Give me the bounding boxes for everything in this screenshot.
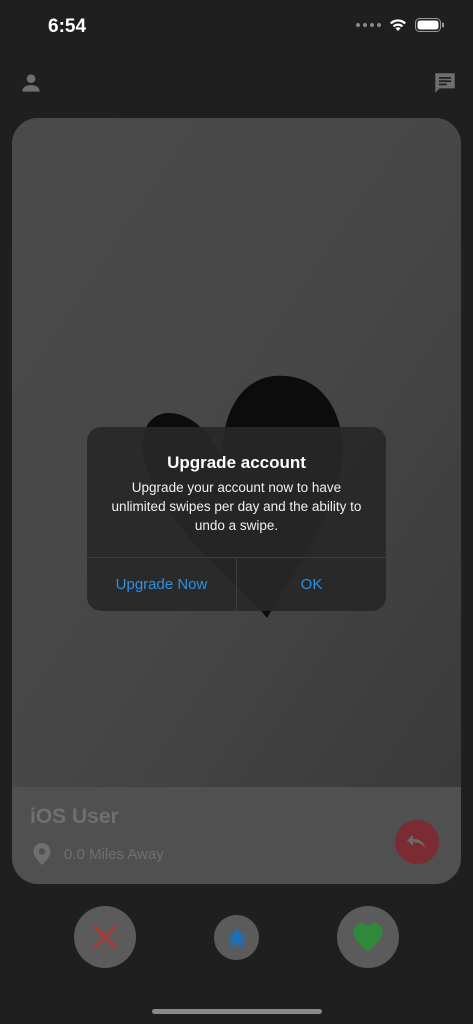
undo-button[interactable]	[395, 820, 439, 864]
messages-button[interactable]	[432, 70, 458, 96]
upgrade-alert-dialog: Upgrade account Upgrade your account now…	[87, 427, 386, 611]
location-pin-icon	[33, 843, 51, 865]
top-nav	[0, 60, 473, 104]
like-button[interactable]	[337, 906, 399, 968]
wifi-icon	[390, 19, 406, 31]
status-time: 6:54	[48, 16, 87, 37]
heart-icon	[353, 923, 383, 952]
x-icon	[93, 925, 117, 949]
alert-message: Upgrade your account now to have unlimit…	[111, 480, 362, 533]
profile-button[interactable]	[18, 70, 44, 96]
chat-icon	[435, 73, 455, 93]
dislike-button[interactable]	[74, 906, 136, 968]
upgrade-now-button[interactable]: Upgrade Now	[87, 558, 236, 611]
star-icon	[225, 926, 248, 948]
ok-button[interactable]: OK	[237, 558, 386, 611]
distance-text: 0.0 Miles Away	[64, 845, 164, 863]
card-info: iOS User 0.0 Miles Away	[12, 787, 461, 884]
status-icons	[356, 18, 445, 32]
distance-row: 0.0 Miles Away	[32, 842, 164, 866]
battery-icon	[415, 18, 444, 32]
undo-icon	[407, 835, 425, 848]
person-icon	[22, 74, 40, 92]
alert-title: Upgrade account	[167, 453, 306, 472]
cellular-signal-icon	[356, 23, 381, 27]
superlike-button[interactable]	[214, 915, 259, 960]
profile-name: iOS User	[30, 805, 119, 828]
home-indicator[interactable]	[152, 1009, 322, 1014]
status-bar: 6:54	[0, 0, 473, 54]
